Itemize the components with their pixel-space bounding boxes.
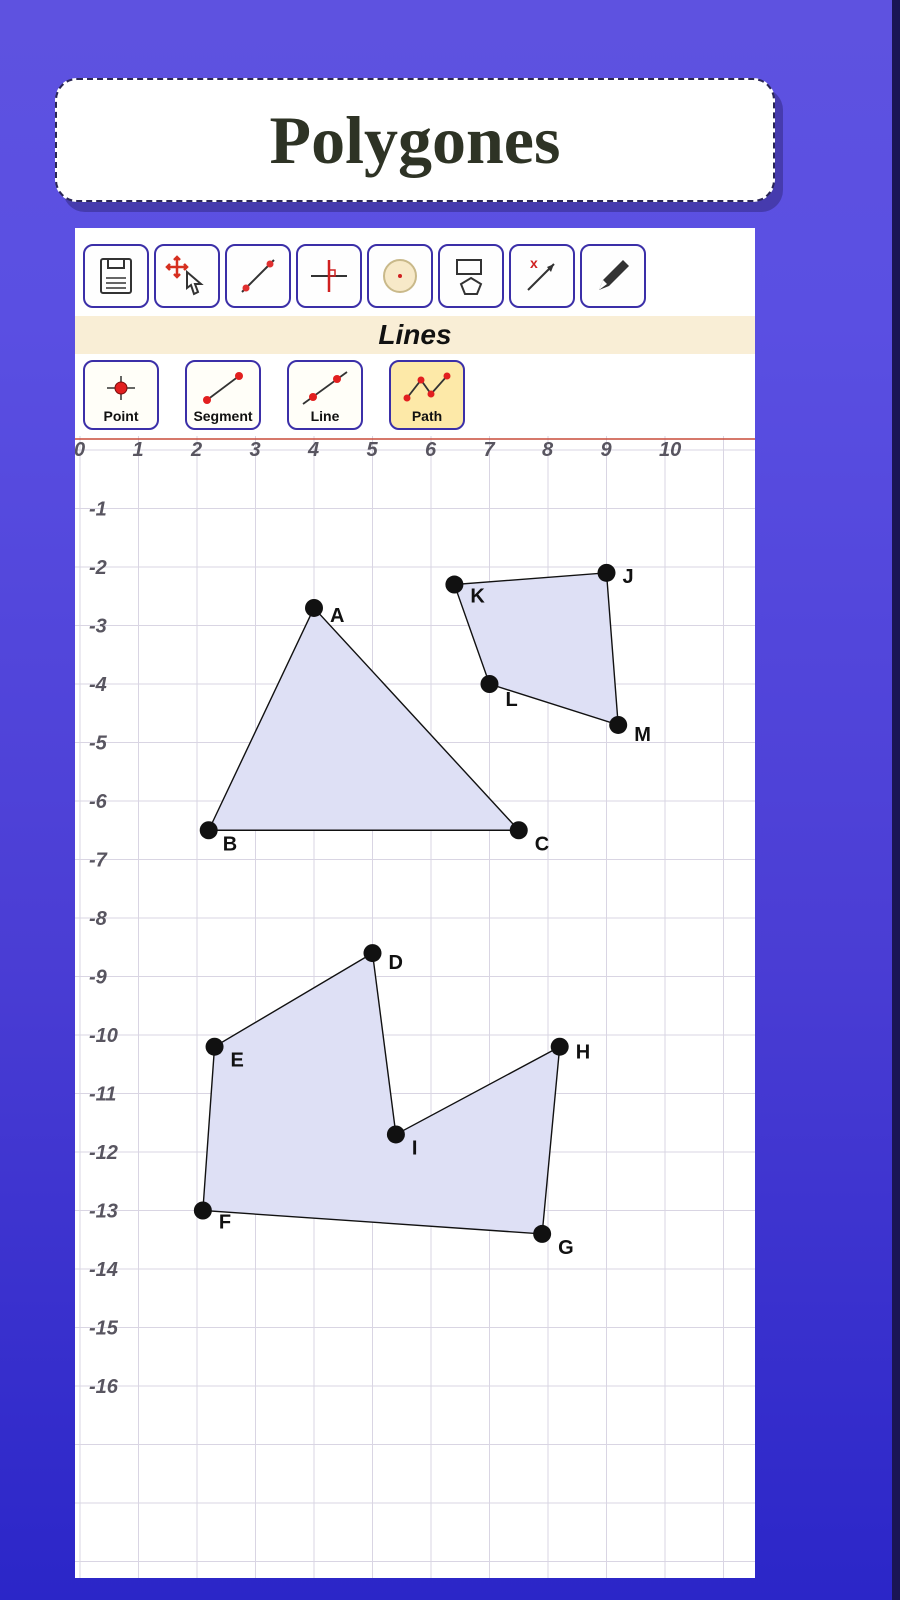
svg-text:-11: -11 (89, 1084, 116, 1106)
svg-text:-1: -1 (89, 499, 107, 521)
polygon-icon (449, 254, 493, 298)
svg-text:-2: -2 (89, 557, 107, 579)
svg-text:-12: -12 (89, 1142, 118, 1164)
svg-text:-15: -15 (89, 1318, 119, 1340)
path-icon (397, 368, 457, 408)
line-tool-button[interactable]: Line (287, 360, 363, 430)
svg-text:-16: -16 (89, 1376, 119, 1398)
svg-text:H: H (576, 1042, 590, 1064)
file-icon (97, 256, 135, 296)
path-tool-button[interactable]: Path (389, 360, 465, 430)
svg-text:L: L (506, 689, 518, 711)
vector-icon: x (520, 254, 564, 298)
circle-icon (378, 254, 422, 298)
path-label: Path (412, 408, 442, 424)
svg-text:8: 8 (542, 439, 554, 461)
sub-toolbar: Point Segment Line (83, 360, 465, 430)
svg-text:-6: -6 (89, 791, 108, 813)
point-icon (91, 368, 151, 408)
move-icon (163, 254, 211, 298)
svg-text:-3: -3 (89, 616, 107, 638)
svg-text:-10: -10 (89, 1025, 118, 1047)
file-button[interactable] (83, 244, 149, 308)
segment-label: Segment (193, 408, 252, 424)
segment-icon (193, 368, 253, 408)
svg-text:3: 3 (250, 439, 261, 461)
canvas[interactable]: 0 1 2 3 4 5 6 7 8 9 10 -1 -2 -3 -4 -5 -6 -7 -8 -9 -10 -11 -12 -… (75, 436, 755, 1578)
perpendicular-icon (307, 254, 351, 298)
pen-icon (591, 254, 635, 298)
main-toolbar: x (83, 244, 646, 308)
svg-text:-7: -7 (89, 850, 108, 872)
svg-text:M: M (634, 724, 651, 746)
svg-text:A: A (330, 605, 344, 627)
point-tool-button[interactable]: Point (83, 360, 159, 430)
svg-text:F: F (219, 1212, 231, 1234)
svg-text:D: D (389, 952, 403, 974)
svg-text:0: 0 (75, 439, 85, 461)
move-button[interactable] (154, 244, 220, 308)
svg-text:5: 5 (367, 439, 379, 461)
svg-text:6: 6 (425, 439, 437, 461)
svg-text:2: 2 (190, 439, 202, 461)
svg-text:x: x (530, 255, 538, 271)
line-tool-icon (236, 254, 280, 298)
title-card: Polygones (55, 78, 775, 202)
svg-text:I: I (412, 1137, 418, 1159)
svg-text:K: K (470, 586, 485, 608)
page-title: Polygones (270, 101, 561, 180)
svg-text:7: 7 (484, 439, 496, 461)
svg-text:-13: -13 (89, 1201, 118, 1223)
svg-text:9: 9 (601, 439, 613, 461)
svg-text:-9: -9 (89, 967, 108, 989)
segment-tool-button[interactable]: Segment (185, 360, 261, 430)
app-panel: x Lines Point Segme (75, 228, 755, 1578)
svg-text:E: E (231, 1050, 244, 1072)
svg-text:-5: -5 (89, 733, 108, 755)
svg-text:C: C (535, 833, 549, 855)
svg-text:-4: -4 (89, 674, 107, 696)
line-label: Line (311, 408, 340, 424)
perpendicular-button[interactable] (296, 244, 362, 308)
polygon-button[interactable] (438, 244, 504, 308)
subheader: Lines (75, 316, 755, 354)
pen-button[interactable] (580, 244, 646, 308)
circle-button[interactable] (367, 244, 433, 308)
svg-text:B: B (223, 833, 237, 855)
svg-text:-14: -14 (89, 1259, 118, 1281)
point-label: Point (104, 408, 139, 424)
svg-text:4: 4 (307, 439, 319, 461)
line-sub-icon (295, 368, 355, 408)
svg-text:-8: -8 (89, 908, 108, 930)
vector-button[interactable]: x (509, 244, 575, 308)
plot-svg: 0 1 2 3 4 5 6 7 8 9 10 -1 -2 -3 -4 -5 -6 -7 -8 -9 -10 -11 -12 -… (75, 436, 755, 1578)
svg-text:1: 1 (133, 439, 144, 461)
svg-text:10: 10 (659, 439, 681, 461)
svg-text:J: J (623, 566, 634, 588)
svg-text:G: G (558, 1237, 574, 1259)
line-button[interactable] (225, 244, 291, 308)
